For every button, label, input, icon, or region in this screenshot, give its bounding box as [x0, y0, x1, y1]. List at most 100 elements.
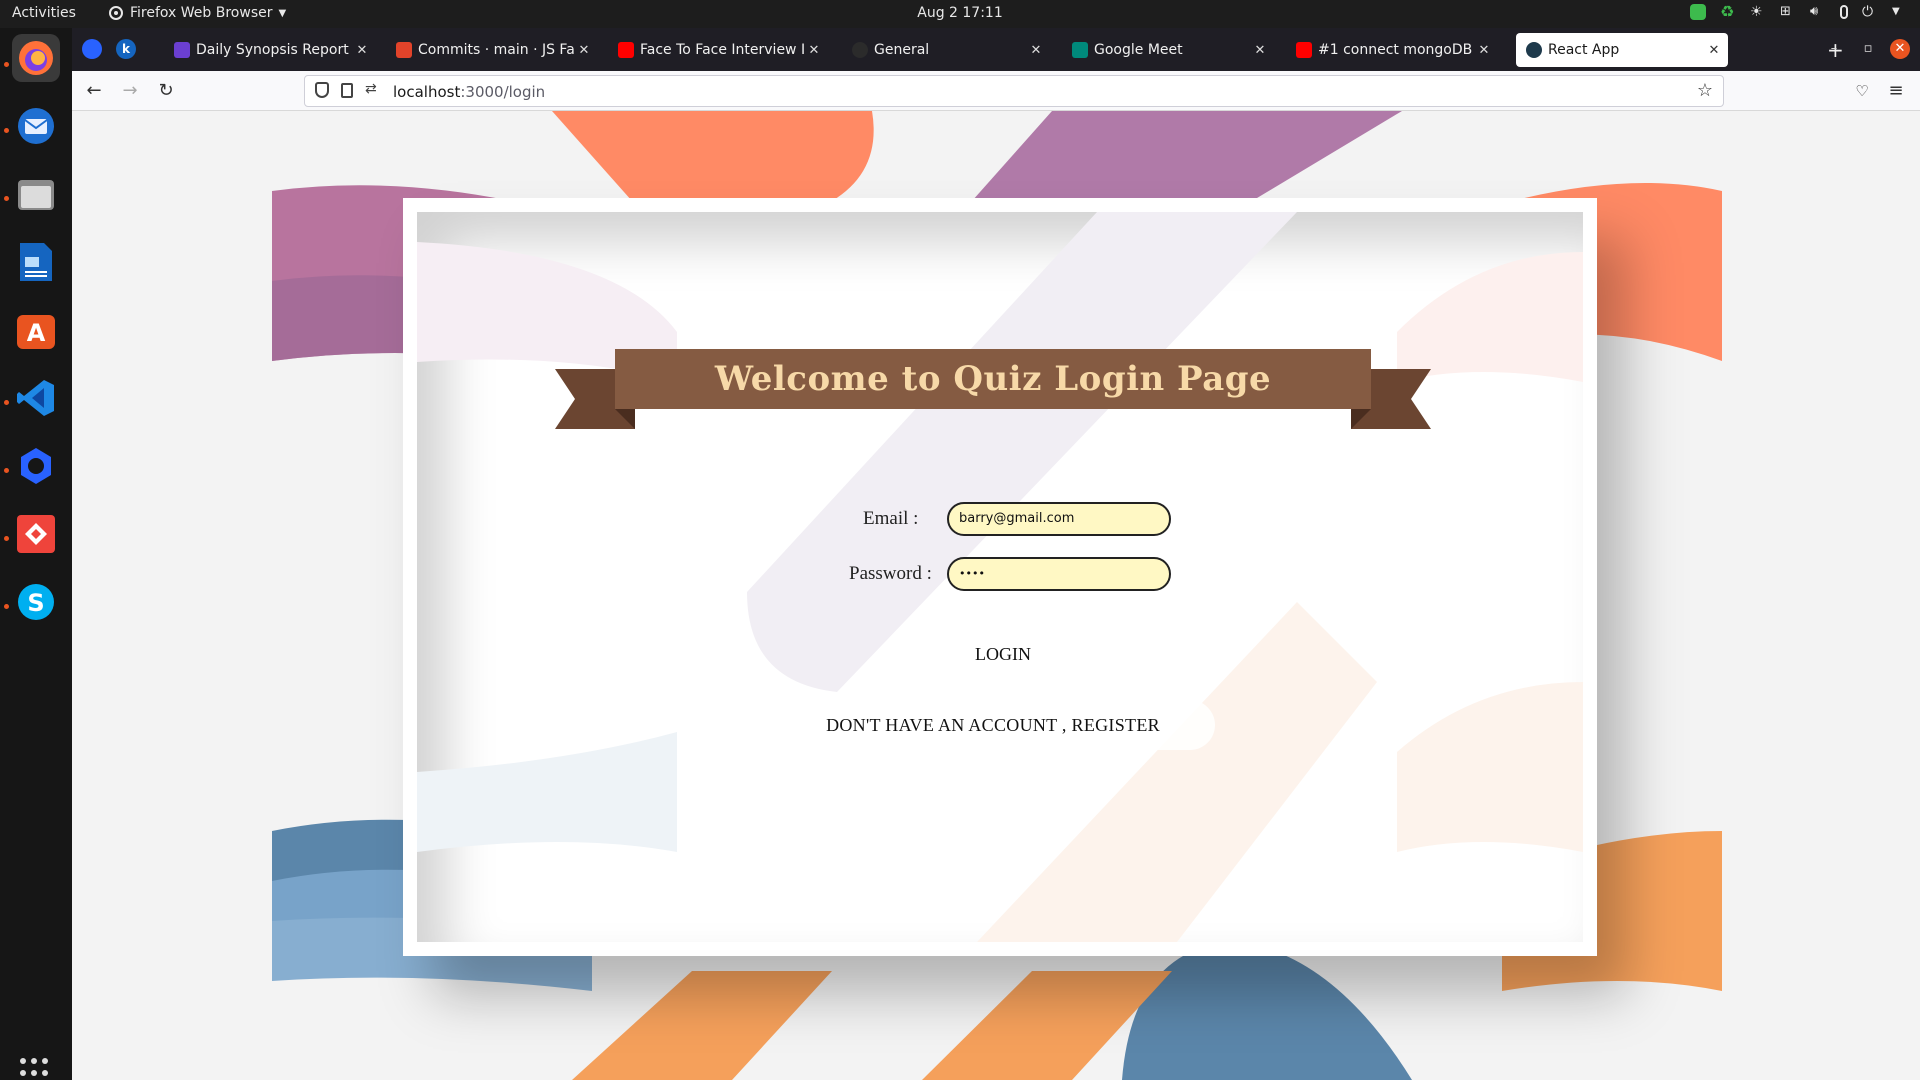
running-indicator	[4, 400, 9, 405]
show-applications-icon[interactable]	[20, 1058, 52, 1080]
close-tab-icon[interactable]: ✕	[1476, 43, 1492, 58]
running-indicator	[4, 536, 9, 541]
tab-title: General	[874, 42, 930, 58]
tab-general[interactable]: General ✕	[842, 33, 1050, 67]
dock-thunderbird[interactable]	[12, 102, 60, 150]
restore-icon[interactable]: ▫	[1858, 39, 1878, 59]
pocket-icon[interactable]: ♡	[1850, 79, 1874, 103]
gitlab-favicon-icon	[396, 42, 412, 58]
tab-google-meet[interactable]: Google Meet ✕	[1062, 33, 1274, 67]
close-window-icon[interactable]: ✕	[1890, 39, 1910, 59]
youtube-favicon-icon	[618, 42, 634, 58]
dock-skype[interactable]: S	[12, 578, 60, 626]
forward-icon[interactable]: →	[118, 79, 142, 103]
banner-ribbon: Welcome to Quiz Login Page	[615, 349, 1371, 409]
microphone-icon[interactable]	[1840, 5, 1848, 19]
page-title: Welcome to Quiz Login Page	[714, 359, 1272, 399]
email-field[interactable]: barry@gmail.com	[947, 502, 1171, 536]
kde-connect-icon	[21, 448, 51, 484]
app-center-icon: A	[17, 315, 55, 349]
files-icon	[18, 180, 54, 210]
network-icon[interactable]: ⊞	[1780, 4, 1796, 20]
system-tray[interactable]: ♻ ☀ ⊞ 🔊︎ ⏻ ▼	[1690, 4, 1908, 20]
running-indicator	[4, 196, 9, 201]
dock-files[interactable]	[12, 170, 60, 218]
recycle-icon[interactable]: ♻	[1720, 4, 1736, 20]
firefox-icon	[19, 41, 53, 75]
running-indicator	[4, 604, 9, 609]
dock: A S	[0, 28, 72, 1080]
tab-title: Daily Synopsis Report (D	[196, 42, 354, 58]
dock-app-center[interactable]: A	[12, 306, 60, 354]
running-indicator	[4, 468, 9, 473]
close-tab-icon[interactable]: ✕	[576, 43, 592, 58]
login-card-frame: Welcome to Quiz Login Page Email : barry…	[403, 198, 1597, 956]
tab-title: Commits · main · JS Famil	[418, 42, 576, 58]
login-card: Welcome to Quiz Login Page Email : barry…	[417, 212, 1583, 942]
shield-icon[interactable]	[315, 82, 329, 98]
volume-icon[interactable]: 🔊︎	[1810, 4, 1826, 20]
general-favicon-icon	[852, 42, 868, 58]
thunderbird-icon	[18, 108, 54, 144]
dock-anydesk[interactable]	[12, 510, 60, 558]
reload-icon[interactable]: ↻	[154, 79, 178, 103]
page-icon[interactable]	[341, 83, 353, 98]
anydesk-icon	[17, 515, 55, 553]
close-tab-icon[interactable]: ✕	[1252, 43, 1268, 58]
login-button[interactable]: LOGIN	[943, 632, 1063, 676]
chevron-down-icon[interactable]: ▼	[1892, 4, 1908, 20]
password-field[interactable]: ••••	[947, 557, 1171, 591]
clock[interactable]: Aug 2 17:11	[917, 5, 1003, 21]
activities-button[interactable]: Activities	[12, 5, 76, 21]
dock-vscode[interactable]	[12, 374, 60, 422]
vscode-icon	[17, 380, 54, 416]
app-menu-label: Firefox Web Browser	[130, 5, 273, 21]
close-tab-icon[interactable]: ✕	[1028, 43, 1044, 58]
close-tab-icon[interactable]: ✕	[806, 43, 822, 58]
svg-text:A: A	[27, 319, 46, 347]
react-favicon-icon	[1526, 42, 1542, 58]
url-text[interactable]: localhost:3000/login	[393, 83, 545, 101]
email-label: Email :	[863, 508, 919, 529]
menu-icon[interactable]: ≡	[1884, 79, 1908, 103]
youtube-favicon-icon	[1296, 42, 1312, 58]
dock-insomnia[interactable]	[12, 442, 60, 490]
dock-firefox[interactable]	[12, 34, 60, 82]
register-link[interactable]: DON'T HAVE AN ACCOUNT , REGISTER	[771, 700, 1215, 750]
close-tab-icon[interactable]: ✕	[1706, 43, 1722, 58]
tab-daily-synopsis[interactable]: Daily Synopsis Report (D ✕	[164, 33, 376, 67]
power-icon[interactable]: ⏻	[1862, 4, 1878, 20]
permissions-icon[interactable]: ⇄	[365, 81, 377, 97]
running-indicator	[4, 62, 9, 67]
brightness-icon[interactable]: ☀	[1750, 4, 1766, 20]
tab-commits[interactable]: Commits · main · JS Famil ✕	[386, 33, 598, 67]
bookmark-star-icon[interactable]: ☆	[1697, 80, 1713, 101]
tab-react-app[interactable]: React App ✕	[1516, 33, 1728, 67]
system-top-bar: Activities Firefox Web Browser ▼ Aug 2 1…	[0, 0, 1920, 28]
dock-writer[interactable]	[12, 238, 60, 286]
minimize-icon[interactable]: –	[1824, 39, 1844, 59]
app-menu[interactable]: Firefox Web Browser ▼	[108, 5, 286, 21]
tab-title: Face To Face Interview In	[640, 42, 806, 58]
pinned-tab-icon[interactable]	[82, 39, 102, 59]
tab-connect-mongodb[interactable]: #1 connect mongoDB usi ✕	[1286, 33, 1498, 67]
tab-bar: k Daily Synopsis Report (D ✕ Commits · m…	[72, 28, 1920, 71]
page-viewport: Welcome to Quiz Login Page Email : barry…	[72, 111, 1920, 1080]
tab-title: React App	[1548, 42, 1620, 58]
navigation-toolbar: ← → ↻ ⇄ localhost:3000/login ☆ ♡ ≡	[72, 71, 1920, 111]
chevron-down-icon: ▼	[278, 7, 287, 19]
pinned-tab-k-icon[interactable]: k	[116, 39, 136, 59]
tab-face-to-face[interactable]: Face To Face Interview In ✕	[608, 33, 828, 67]
back-icon[interactable]: ←	[82, 79, 106, 103]
tab-title: Google Meet	[1094, 42, 1183, 58]
writer-icon	[20, 243, 52, 281]
tab-title: #1 connect mongoDB usi	[1318, 42, 1476, 58]
title-banner: Welcome to Quiz Login Page	[555, 349, 1431, 429]
close-tab-icon[interactable]: ✕	[354, 43, 370, 58]
running-indicator	[4, 128, 9, 133]
forms-favicon-icon	[174, 42, 190, 58]
svg-text:S: S	[27, 589, 44, 617]
update-shield-icon[interactable]	[1690, 4, 1706, 20]
url-bar[interactable]: ⇄ localhost:3000/login ☆	[304, 75, 1724, 107]
firefox-small-icon	[109, 6, 123, 20]
